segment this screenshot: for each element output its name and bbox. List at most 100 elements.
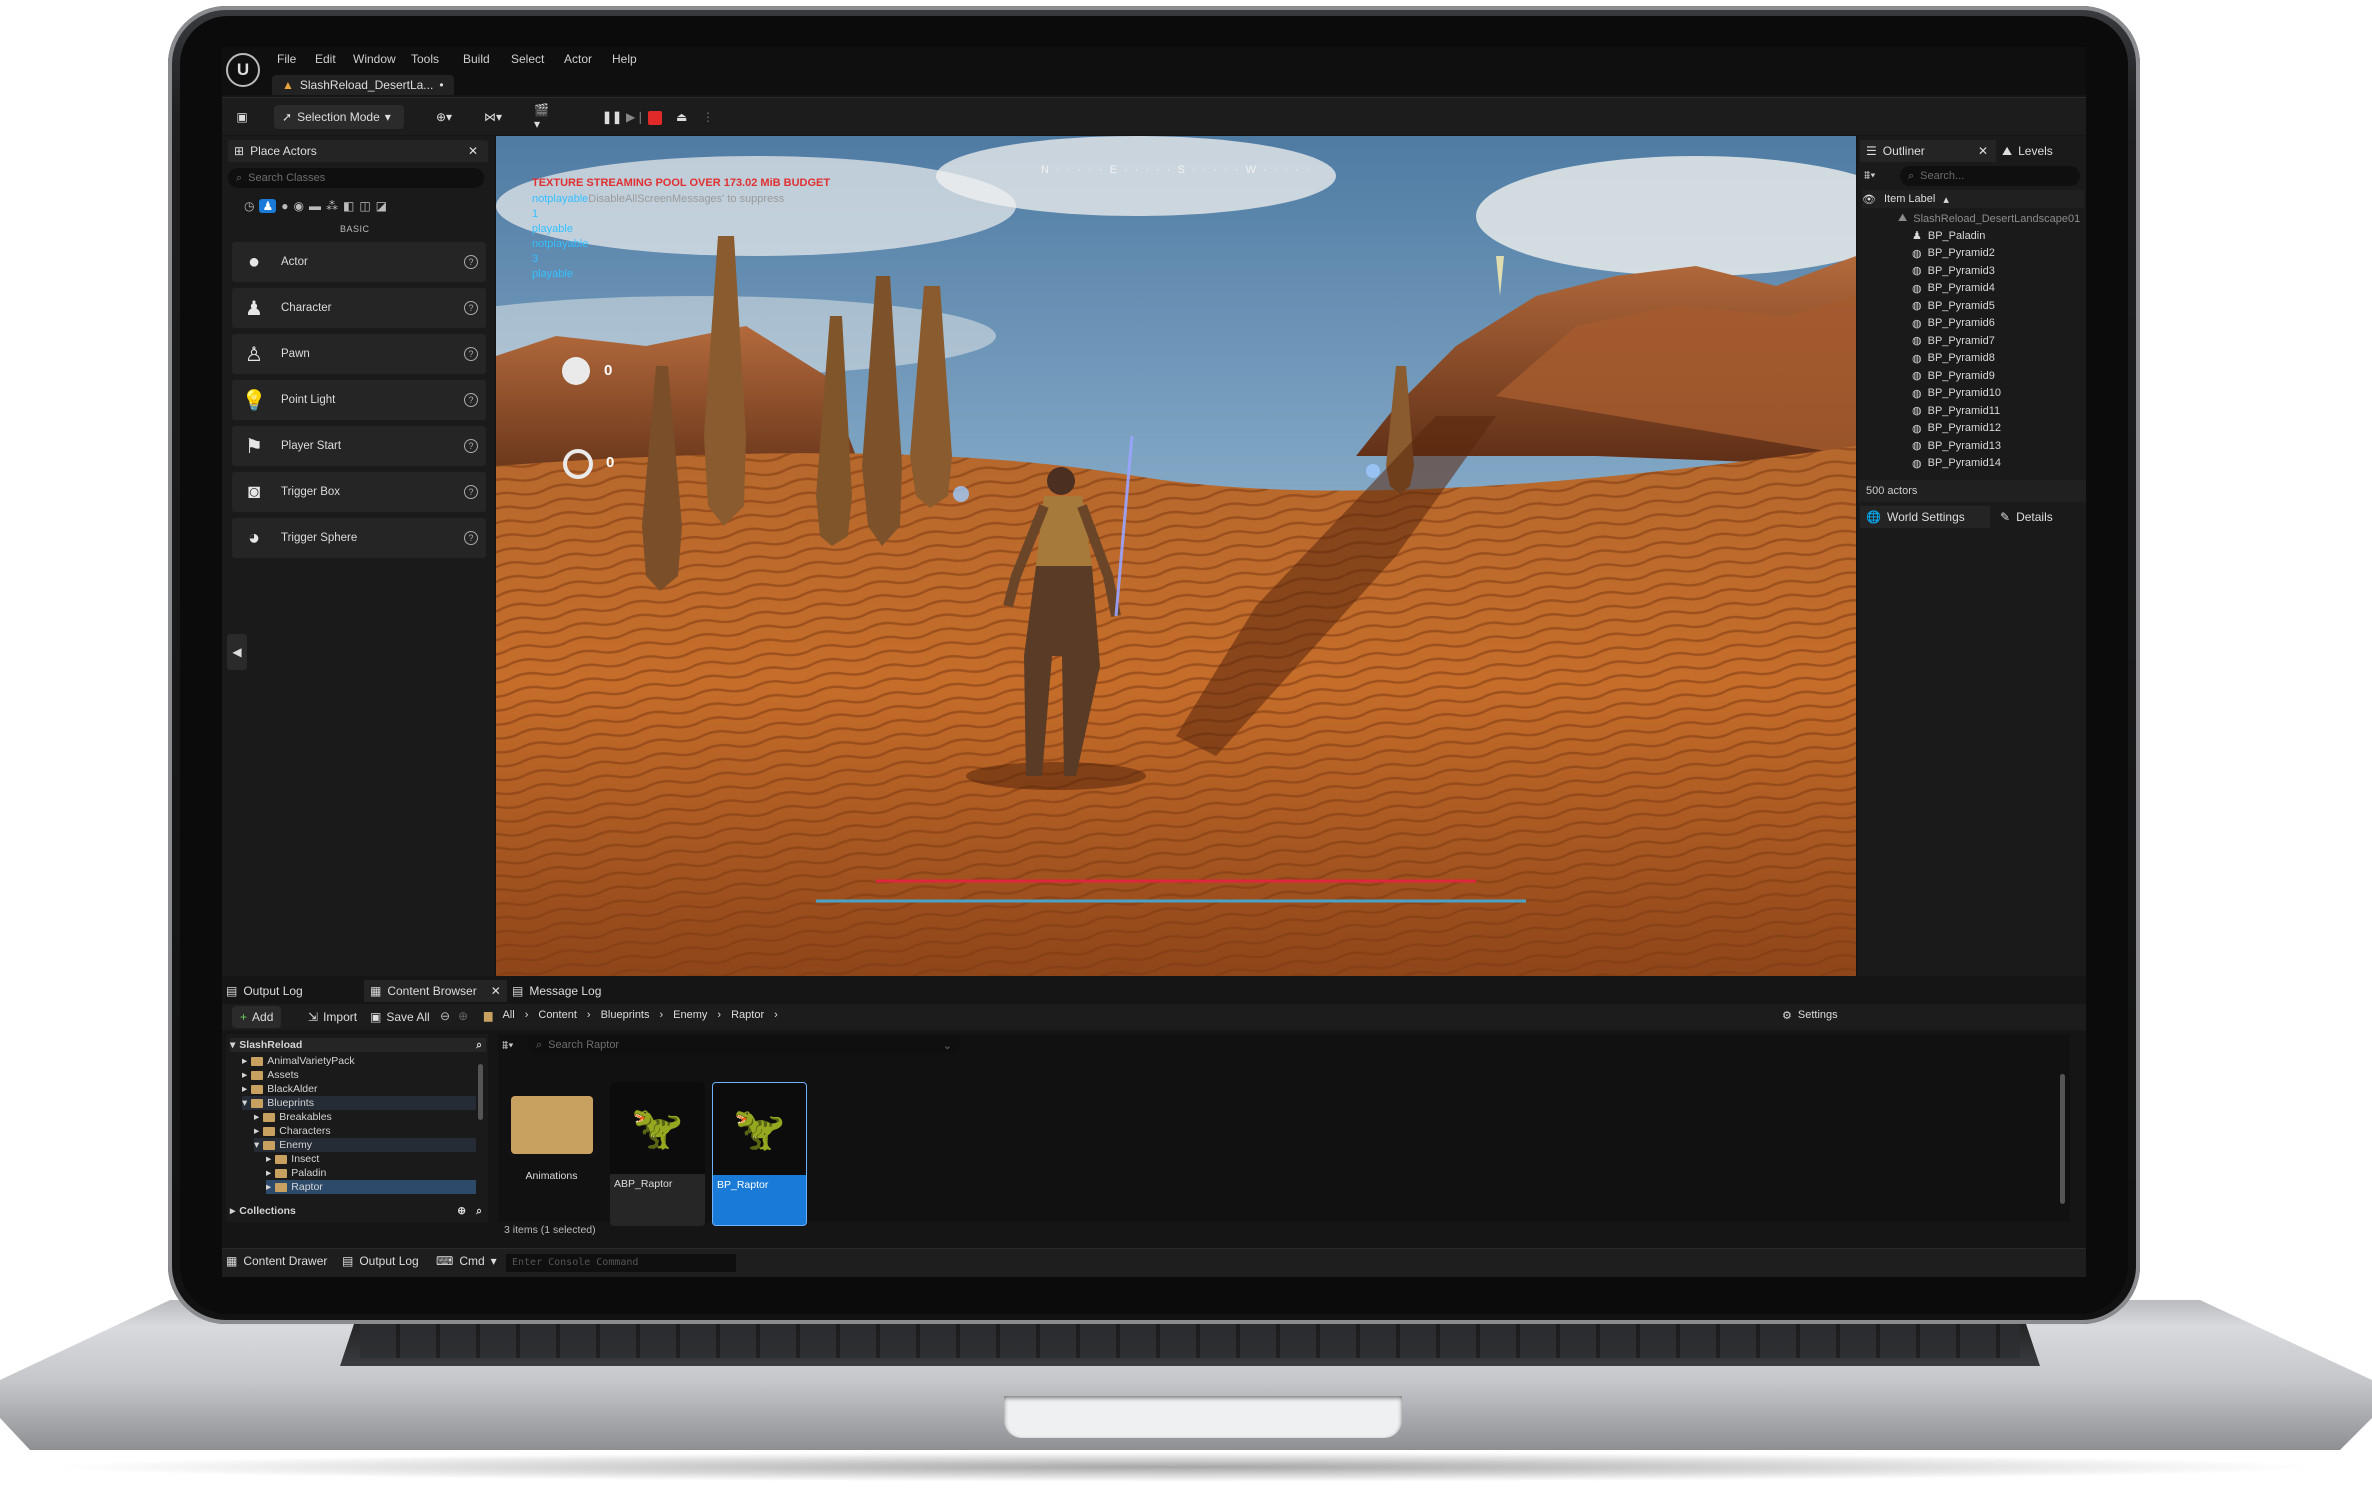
asset-tile-folder[interactable]: Animations: [504, 1082, 599, 1226]
expand-arrow-icon[interactable]: ▸: [266, 1153, 271, 1165]
folder-tree-item[interactable]: ▾ Enemy: [254, 1138, 476, 1152]
close-icon[interactable]: ✕: [468, 144, 478, 158]
outliner-item[interactable]: ◍ BP_Pyramid11: [1912, 402, 2000, 419]
asset-scrollbar[interactable]: [2060, 1074, 2065, 1204]
expand-arrow-icon[interactable]: ▾: [254, 1139, 259, 1151]
cinematic-icon[interactable]: ▬: [309, 199, 321, 213]
breadcrumb-item[interactable]: Raptor: [731, 1009, 764, 1022]
collapse-panel-icon[interactable]: ◀: [227, 634, 247, 670]
tree-root[interactable]: ▾ SlashReload ⌕: [230, 1038, 486, 1052]
menu-file[interactable]: File: [277, 52, 296, 66]
breadcrumb-item[interactable]: Enemy: [673, 1009, 707, 1022]
recent-icon[interactable]: ◷: [244, 199, 254, 213]
expand-arrow-icon[interactable]: ▾: [242, 1097, 247, 1109]
outliner-column-header[interactable]: 👁 Item Label ▴: [1862, 190, 2084, 208]
tree-scrollbar[interactable]: [478, 1064, 483, 1120]
outliner-item[interactable]: ◍ BP_Pyramid7: [1912, 332, 1995, 349]
content-browser-tab[interactable]: ▦ Content Browser ✕: [364, 980, 507, 1002]
shapes-icon[interactable]: ◉: [294, 199, 304, 213]
expand-arrow-icon[interactable]: ▸: [254, 1111, 259, 1123]
save-all-button[interactable]: ▣ Save All: [362, 1006, 438, 1028]
search-icon[interactable]: ⌕: [476, 1039, 482, 1052]
pause-icon[interactable]: ❚❚: [594, 105, 622, 129]
outliner-item[interactable]: ◍ BP_Pyramid12: [1912, 420, 2001, 437]
help-icon[interactable]: ?: [464, 439, 478, 453]
expand-arrow-icon[interactable]: ▸: [242, 1083, 247, 1095]
place-actor-item[interactable]: ♙ Pawn ?: [232, 334, 486, 374]
levels-tab[interactable]: ⛰ Levels: [2002, 140, 2053, 162]
console-input[interactable]: Enter Console Command: [506, 1254, 736, 1272]
save-icon[interactable]: ▣: [228, 105, 256, 129]
expand-arrow-icon[interactable]: ▸: [266, 1181, 271, 1193]
close-icon[interactable]: ✕: [1978, 144, 1988, 158]
volumes-icon[interactable]: ◫: [359, 199, 370, 213]
place-actor-item[interactable]: ● Actor ?: [232, 242, 486, 282]
folder-tree-item[interactable]: ▸ Raptor: [266, 1180, 476, 1194]
menu-window[interactable]: Window: [353, 52, 396, 66]
place-actor-item[interactable]: ♟ Character ?: [232, 288, 486, 328]
lights-icon[interactable]: ●: [281, 199, 288, 213]
place-actor-item[interactable]: ◙ Trigger Box ?: [232, 472, 486, 512]
output-log-tab[interactable]: ▤ Output Log: [226, 980, 303, 1002]
visual-effects-icon[interactable]: ⁂: [326, 199, 338, 213]
geometry-icon[interactable]: ◧: [343, 199, 354, 213]
asset-tile-anim-blueprint[interactable]: 🦖 ABP_Raptor: [610, 1082, 705, 1226]
expand-arrow-icon[interactable]: ▸: [242, 1069, 247, 1081]
visibility-eye-icon[interactable]: 👁: [1862, 193, 1876, 206]
place-actors-tab[interactable]: ⊞ Place Actors ✕: [228, 140, 488, 162]
history-forward-icon[interactable]: ⊕: [458, 1009, 468, 1023]
breadcrumb-item[interactable]: Content: [538, 1009, 577, 1022]
help-icon[interactable]: ?: [464, 485, 478, 499]
place-actor-item[interactable]: 💡 Point Light ?: [232, 380, 486, 420]
folder-tree-item[interactable]: ▸ Breakables: [254, 1110, 476, 1124]
collections-header[interactable]: ▸ Collections ⊕ ⌕: [230, 1204, 486, 1218]
output-log-button[interactable]: ▤ Output Log: [342, 1254, 419, 1268]
expand-arrow-icon[interactable]: ▸: [254, 1125, 259, 1137]
folder-tree-item[interactable]: ▸ Assets: [242, 1068, 476, 1082]
outliner-item[interactable]: ◍ BP_Pyramid10: [1912, 385, 2001, 402]
outliner-item[interactable]: ♟ BP_Paladin: [1912, 227, 1985, 244]
outliner-item[interactable]: ◍ BP_Pyramid3: [1912, 262, 1995, 279]
asset-tile-blueprint[interactable]: 🦖 BP_Raptor: [712, 1082, 807, 1226]
expand-arrow-icon[interactable]: ▸: [242, 1055, 247, 1067]
add-button[interactable]: + Add: [232, 1006, 282, 1028]
menu-help[interactable]: Help: [612, 52, 637, 66]
folder-tree-item[interactable]: ▸ BlackAlder: [242, 1082, 476, 1096]
content-drawer-button[interactable]: ▦ Content Drawer: [226, 1254, 327, 1268]
folder-tree-item[interactable]: ▾ Blueprints: [242, 1096, 476, 1110]
outliner-search-input[interactable]: ⌕ Search...: [1900, 166, 2080, 186]
breadcrumb-item[interactable]: All: [502, 1009, 514, 1022]
level-viewport[interactable]: TEXTURE STREAMING POOL OVER 173.02 MiB B…: [496, 136, 1856, 976]
add-collection-icon[interactable]: ⊕: [457, 1205, 466, 1217]
help-icon[interactable]: ?: [464, 347, 478, 361]
selection-mode-button[interactable]: ➚ Selection Mode ▾: [274, 105, 404, 129]
outliner-item[interactable]: ◍ BP_Pyramid4: [1912, 280, 1995, 297]
unreal-logo-icon[interactable]: U: [226, 53, 260, 87]
close-icon[interactable]: ✕: [491, 984, 501, 998]
menu-tools[interactable]: Tools: [411, 52, 439, 66]
add-actor-icon[interactable]: ⊕▾: [428, 105, 464, 129]
eject-icon[interactable]: ⏏: [668, 105, 692, 129]
outliner-tab[interactable]: ☰ Outliner ✕: [1860, 140, 1996, 162]
outliner-item[interactable]: ◍ BP_Pyramid2: [1912, 245, 1995, 262]
menu-actor[interactable]: Actor: [564, 52, 592, 66]
search-classes-input[interactable]: ⌕ Search Classes: [228, 168, 484, 188]
folder-tree-item[interactable]: ▸ Paladin: [266, 1166, 476, 1180]
help-icon[interactable]: ?: [464, 301, 478, 315]
help-icon[interactable]: ?: [464, 255, 478, 269]
menu-select[interactable]: Select: [511, 52, 544, 66]
place-actor-item[interactable]: ◕ Trigger Sphere ?: [232, 518, 486, 558]
place-actor-item[interactable]: ⚑ Player Start ?: [232, 426, 486, 466]
outliner-item[interactable]: ◍ BP_Pyramid8: [1912, 350, 1995, 367]
more-options-icon[interactable]: ⋮: [694, 105, 714, 129]
outliner-root-level[interactable]: ⛰ SlashReload_DesertLandscape01: [1898, 210, 2080, 227]
world-settings-tab[interactable]: 🌐 World Settings: [1860, 506, 1990, 528]
all-classes-icon[interactable]: ◪: [376, 199, 387, 213]
asset-search-input[interactable]: ⌕ Search Raptor ⌄: [528, 1036, 960, 1054]
outliner-item[interactable]: ◍ BP_Pyramid13: [1912, 437, 2001, 454]
outliner-item[interactable]: ◍ BP_Pyramid9: [1912, 367, 1995, 384]
import-button[interactable]: ⇲ Import: [300, 1006, 365, 1028]
search-icon[interactable]: ⌕: [476, 1205, 482, 1218]
step-frame-icon[interactable]: ▶❘: [618, 105, 645, 129]
message-log-tab[interactable]: ▤ Message Log: [512, 980, 601, 1002]
